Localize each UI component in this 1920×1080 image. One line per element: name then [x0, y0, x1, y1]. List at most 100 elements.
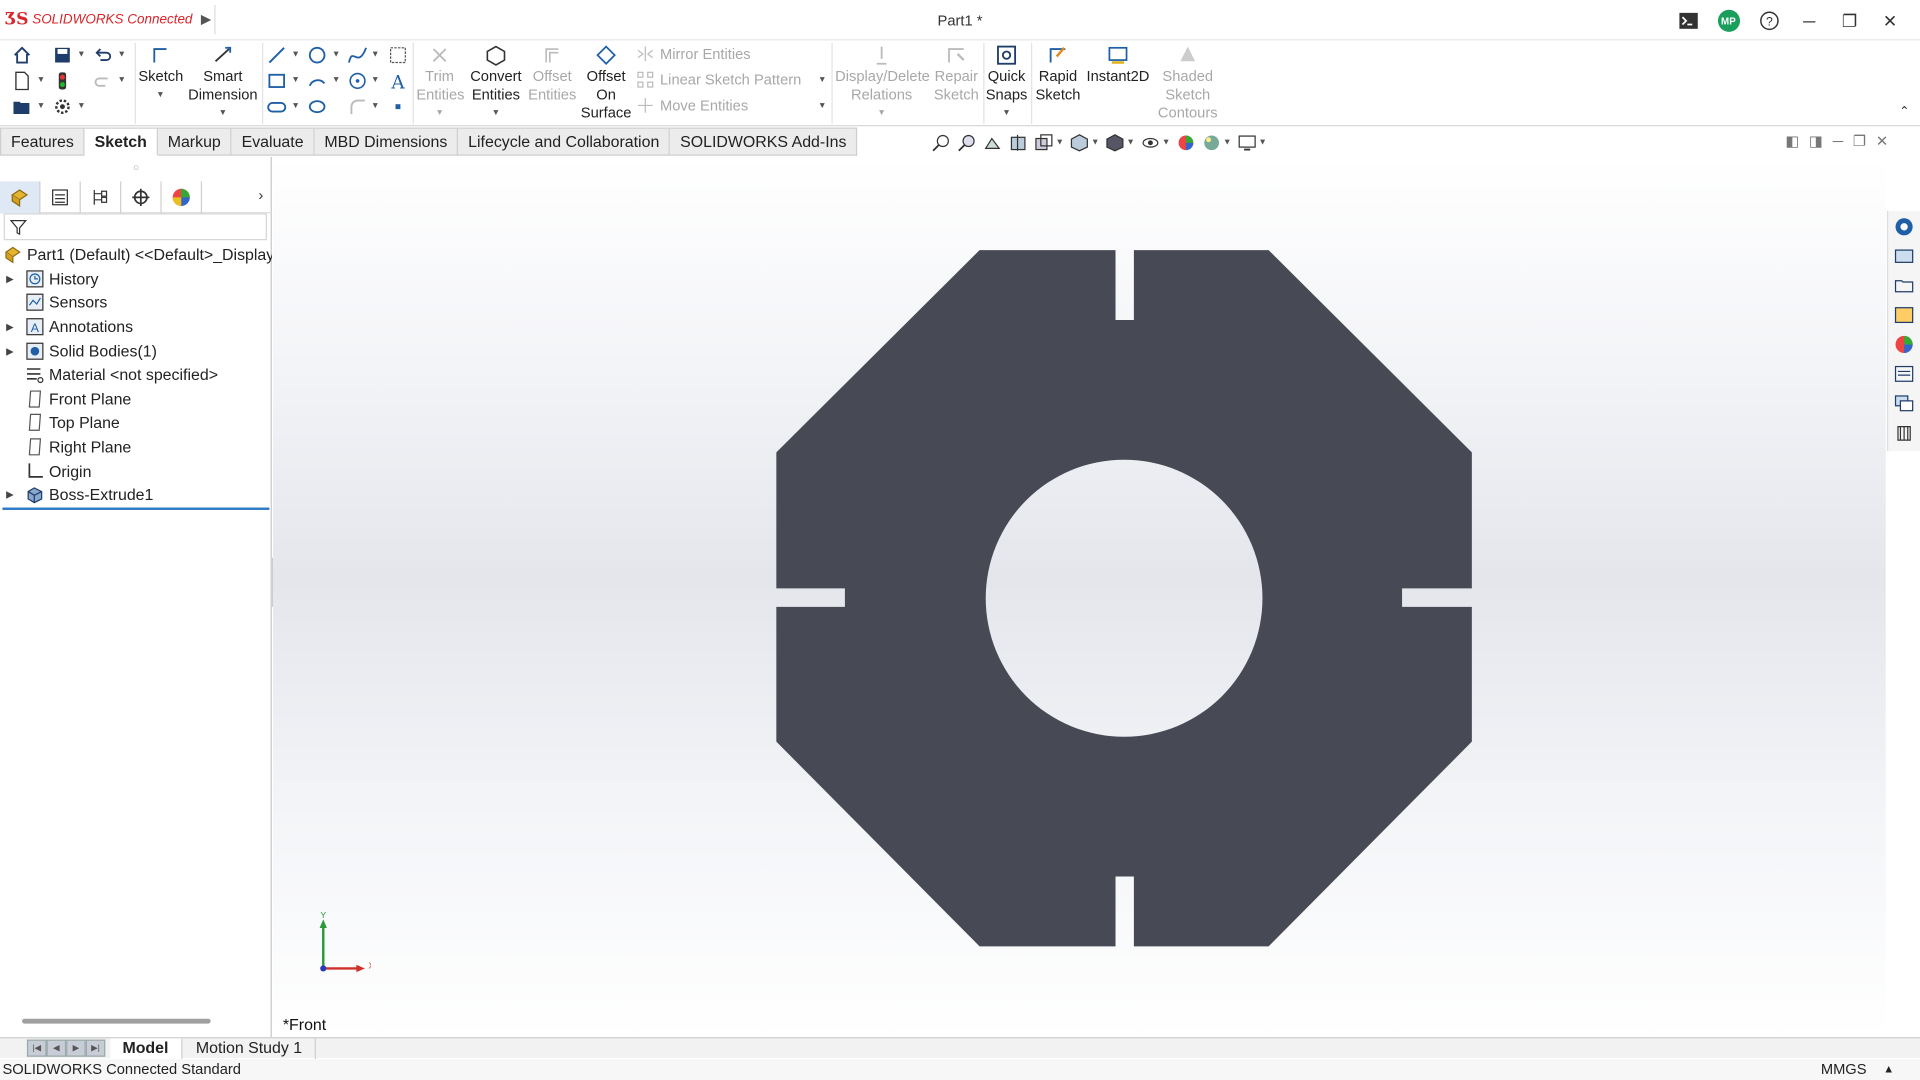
tree-item-top-plane[interactable]: Top Plane: [0, 411, 272, 435]
display-delete-relations-button[interactable]: Display/Delete Relations ▼: [835, 40, 930, 122]
open-file-icon[interactable]: [12, 97, 32, 117]
convert-entities-button[interactable]: Convert Entities ▼: [468, 40, 524, 122]
doc-close-button[interactable]: ✕: [1876, 132, 1888, 149]
next-tab-icon[interactable]: ▶: [66, 1039, 86, 1057]
appearances-scenes-icon[interactable]: [1893, 333, 1915, 355]
doc-minimize-button[interactable]: ─: [1833, 132, 1843, 149]
tab-features[interactable]: Features: [0, 127, 85, 156]
move-entities-button[interactable]: Move Entities: [637, 97, 748, 114]
tree-item-sensors[interactable]: Sensors: [0, 291, 272, 315]
display-style-dropdown-icon[interactable]: ▼: [1126, 138, 1134, 147]
line-dropdown-icon[interactable]: ▼: [291, 50, 299, 59]
first-tab-icon[interactable]: |◀: [26, 1039, 47, 1057]
circle-icon[interactable]: [307, 45, 327, 65]
zoom-to-area-icon[interactable]: [956, 132, 977, 152]
tile-right-icon[interactable]: ◨: [1809, 132, 1823, 149]
tab-evaluate[interactable]: Evaluate: [231, 127, 315, 156]
slot-dropdown-icon[interactable]: ▼: [291, 102, 299, 111]
circle-dropdown-icon[interactable]: ▼: [332, 50, 340, 59]
property-manager-tab[interactable]: [40, 181, 81, 214]
hide-show-dropdown-icon[interactable]: ▼: [1162, 138, 1170, 147]
sketch-dropdown-icon[interactable]: ▼: [138, 86, 182, 104]
unit-system-button[interactable]: MMGS: [1821, 1059, 1867, 1080]
home-icon[interactable]: [12, 45, 32, 65]
user-avatar[interactable]: MP: [1708, 6, 1748, 35]
minimize-button[interactable]: ─: [1789, 6, 1829, 35]
apply-scene-icon[interactable]: [1201, 132, 1222, 152]
custom-properties-icon[interactable]: [1893, 363, 1915, 385]
convert-dropdown-icon[interactable]: ▼: [468, 104, 524, 122]
traffic-light-icon[interactable]: [53, 71, 73, 91]
options-dropdown-icon[interactable]: ▼: [77, 102, 85, 111]
display-style-icon[interactable]: [1104, 132, 1125, 152]
tab-markup[interactable]: Markup: [157, 127, 232, 156]
offset-on-surface-button[interactable]: Offset On Surface: [580, 40, 631, 122]
mirror-entities-button[interactable]: Mirror Entities: [637, 45, 751, 63]
quick-snaps-dropdown-icon[interactable]: ▼: [986, 104, 1028, 122]
display-grid-icon[interactable]: [388, 45, 408, 65]
polygon-dropdown-icon[interactable]: ▼: [371, 76, 379, 85]
close-button[interactable]: ✕: [1870, 6, 1910, 35]
zoom-to-fit-icon[interactable]: [931, 132, 952, 152]
expand-arrow-icon[interactable]: ▶: [6, 273, 18, 284]
dimxpert-manager-tab[interactable]: [121, 181, 162, 214]
solidworks-resources-icon[interactable]: [1893, 216, 1915, 238]
panel-grip-icon[interactable]: ○: [0, 157, 272, 179]
previous-view-icon[interactable]: [982, 132, 1003, 152]
previous-tab-icon[interactable]: ◀: [46, 1039, 67, 1057]
rectangle-dropdown-icon[interactable]: ▼: [291, 76, 299, 85]
arc-icon[interactable]: [307, 71, 327, 91]
tree-item-boss-extrude1[interactable]: ▶ Boss-Extrude1: [0, 483, 272, 507]
view-palette-icon[interactable]: [1893, 304, 1915, 326]
apply-scene-dropdown-icon[interactable]: ▼: [1223, 138, 1231, 147]
menu-expand-arrow-icon[interactable]: ▶: [201, 11, 211, 27]
view-settings-icon[interactable]: [1236, 132, 1257, 152]
pattern-dropdown-icon[interactable]: ▼: [818, 76, 826, 85]
restore-button[interactable]: ❐: [1829, 6, 1869, 35]
octagon-plate-part[interactable]: [776, 250, 1472, 947]
rectangle-icon[interactable]: [267, 71, 287, 91]
undo-dropdown-icon[interactable]: ▼: [118, 50, 126, 59]
section-view-icon[interactable]: [1008, 132, 1029, 152]
new-document-icon[interactable]: [12, 71, 32, 91]
view-orientation-icon[interactable]: [1069, 132, 1090, 152]
redo-dropdown-icon[interactable]: ▼: [118, 76, 126, 85]
save-dropdown-icon[interactable]: ▼: [77, 50, 85, 59]
tree-filter-input[interactable]: [3, 213, 267, 241]
trim-dropdown-icon[interactable]: ▼: [416, 104, 463, 122]
help-icon[interactable]: ?: [1749, 6, 1789, 35]
sketch-button[interactable]: Sketch ▼: [138, 40, 183, 104]
trim-entities-button[interactable]: Trim Entities ▼: [416, 40, 465, 122]
tab-mbd-dimensions[interactable]: MBD Dimensions: [314, 127, 459, 156]
hide-show-items-icon[interactable]: [1140, 132, 1161, 152]
polygon-icon[interactable]: [348, 71, 368, 91]
dynamic-annotation-views-icon[interactable]: [1033, 132, 1054, 152]
view-settings-dropdown-icon[interactable]: ▼: [1258, 138, 1266, 147]
spline-icon[interactable]: [348, 45, 368, 65]
tree-item-annotations[interactable]: ▶ A Annotations: [0, 315, 272, 339]
line-icon[interactable]: [267, 45, 287, 65]
tile-left-icon[interactable]: ◧: [1785, 132, 1799, 149]
instant2d-button[interactable]: Instant2D: [1085, 40, 1151, 85]
text-icon[interactable]: A: [388, 71, 408, 91]
fillet-icon[interactable]: [348, 97, 368, 117]
expand-arrow-icon[interactable]: ▶: [6, 489, 18, 500]
new-dropdown-icon[interactable]: ▼: [37, 76, 45, 85]
tree-item-origin[interactable]: Origin: [0, 459, 272, 483]
panel-more-chevron-icon[interactable]: ›: [258, 186, 263, 203]
fillet-dropdown-icon[interactable]: ▼: [371, 102, 379, 111]
offset-entities-button[interactable]: Offset Entities: [528, 40, 577, 104]
tab-solidworks-addins[interactable]: SOLIDWORKS Add-Ins: [670, 127, 858, 156]
unit-system-arrow-icon[interactable]: ▲: [1883, 1059, 1894, 1080]
redo-icon[interactable]: [93, 71, 113, 91]
smart-dimension-button[interactable]: Smart Dimension ▼: [187, 40, 258, 122]
last-tab-icon[interactable]: ▶|: [85, 1039, 106, 1057]
graphics-area[interactable]: Y X *Front: [273, 156, 1886, 1038]
expand-arrow-icon[interactable]: ▶: [6, 345, 18, 356]
tree-item-right-plane[interactable]: Right Plane: [0, 435, 272, 459]
horizontal-scrollbar[interactable]: [22, 1018, 211, 1024]
view-orientation-dropdown-icon[interactable]: ▼: [1091, 138, 1099, 147]
smart-dimension-dropdown-icon[interactable]: ▼: [187, 104, 258, 122]
relations-dropdown-icon[interactable]: ▼: [835, 104, 928, 122]
shaded-sketch-contours-button[interactable]: Shaded Sketch Contours: [1155, 40, 1221, 122]
